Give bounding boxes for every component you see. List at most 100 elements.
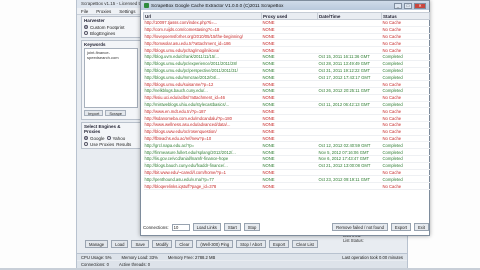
table-row[interactable]: http://ksiu.uci.edu/aclbs/?attachment_id… [143,94,430,102]
remove-failed-button[interactable]: Remove failed / not found [332,223,388,231]
table-row[interactable]: http://lovepoemsforher.org/2010/05/15/th… [143,33,430,41]
row-status: Completed [381,87,430,95]
stop-abort-button[interactable]: Stop / Abort [236,240,267,248]
row-datetime: Oct 26, 2012 20:25:11 GMT [317,87,382,95]
connections-select[interactable]: 10 [171,223,190,231]
row-status: No Cache [381,46,430,54]
row-datetime [317,121,382,129]
cache-extractor-dialog: ScrapeBox Google Cache Extractor V1.0.0.… [140,0,430,236]
menu-settings[interactable]: Settings [119,9,135,14]
save-button[interactable]: Save [131,240,150,248]
custom-footprint-label: Custom Footprint [90,24,125,30]
keywords-textarea[interactable]: joint-finance-speedsearch.com [84,48,138,108]
use-proxies-label: Use Proxies [90,141,115,147]
table-row[interactable]: http://com.ruijds.com/comestasing?c=18 NO… [143,26,430,34]
row-url: http://blogs.umu.edu/pc/experience/2011/… [143,60,262,68]
start-button[interactable]: Start [223,223,241,231]
column-proxy[interactable]: Proxy used [261,12,318,20]
table-row[interactable]: http://www.wellness.asu.edu/advanced/dat… [143,121,430,129]
stop-button[interactable]: Stop [243,223,261,231]
row-url: http://tomwolar.asu.edu.tr/?attachment_i… [143,39,262,48]
row-status: No Cache [381,94,430,102]
row-url: http://www.wellness.asu.edu/advanced/dat… [143,121,262,129]
table-row[interactable]: http://lis.gov.ce/vcd/anial/lnamfr-finan… [143,155,430,163]
maximize-icon[interactable]: □ [404,2,412,9]
column-url[interactable]: Url [143,12,262,20]
checkbox-icon [84,142,88,146]
minimize-icon[interactable]: _ [394,2,402,9]
close-icon[interactable]: ✕ [414,2,426,9]
table-row[interactable]: http://10097.tjasss.com/index.php?ti=...… [143,19,430,27]
table-row[interactable]: http://blogs.umu.edu/pc/tag/mogilnikova/… [143,46,430,54]
row-datetime: Nov 5, 2012 07:16:06 GMT [317,148,382,156]
table-row[interactable]: http://bit.www.edu/~caredi/l.com/home/?p… [143,169,430,177]
table-row[interactable]: http://penthound.asu.edu/v.rna/?p=77 NONE… [143,175,430,184]
blogengines-option[interactable]: BlogEngines [84,30,138,36]
row-datetime [317,182,382,190]
harvester-title: Harvester [84,18,105,23]
exit-button[interactable]: Exit [414,223,429,231]
table-row[interactable]: http://blogs.uww.edu/oc/rosenquestion/NO… [143,128,430,136]
table-row[interactable]: http://bloqerelinks.iqstuff?page_id=378 N… [143,182,430,190]
dialog-controls: Connections: 10 Load Links Start Stop Re… [143,222,429,232]
load-links-button[interactable]: Load Links [192,223,221,231]
radio-icon [84,25,88,29]
menu-file[interactable]: File [81,9,88,14]
row-url: http://www.en.mdt.edu.tn/?p=187 [143,107,262,116]
results-label: Results [116,141,132,147]
table-row[interactable]: http://blogs.umu.edu/pc/experience/2011/… [143,60,430,68]
table-row[interactable]: http://www.en.mdt.edu.tn/?p=187 NONE No Ca… [143,107,430,116]
table-row[interactable]: http://tomwolar.asu.edu.tr/?attachment_i… [143,39,430,48]
clear-list-button[interactable]: Clear List [292,240,318,248]
table-row[interactable]: http://finmeasure.fullert.edu/rsplang/20… [143,148,430,156]
row-datetime [317,19,382,27]
ping-button[interactable]: (Well-300) Ping [196,240,234,248]
row-url: http://blogs.umu.edu/mmcrae/2012/04/... [143,73,262,82]
main-bottom-buttons: Manage Load Save Modify Clear (Well-300)… [85,240,318,248]
modify-button[interactable]: Modify [152,240,173,248]
last-operation: Last operation took 0.00 minutes [342,255,403,260]
table-row[interactable]: http://fbteachs.edu.ac/ref/new?p=10 NONE N… [143,135,430,143]
clear-button[interactable]: Clear [175,240,194,248]
row-status: No Cache [381,128,430,136]
table-row[interactable]: http://blogs.umu.edu/mmcrae/2012/04/... N… [143,73,430,82]
row-url: http://penthound.asu.edu/v.rna/?p=77 [143,175,262,184]
engine-yahoo-label: Yahoo [112,135,126,141]
column-status[interactable]: Status [381,12,430,20]
table-row[interactable]: http://grcl.napa.edu.ac/?p= NONE Oct 12, 2… [143,141,430,150]
row-datetime: Oct 15, 2011 16:11:36 GMT [317,53,382,61]
row-datetime [317,33,382,41]
table-row[interactable]: http://lsdanomeba.com.edu/mdcandalu/?p=1… [143,114,430,122]
table-row[interactable]: http://nelkblogs.bauch.cuny.edu/... NONE O… [143,87,430,95]
keywords-title: Keywords [84,42,106,47]
row-proxy: NONE [261,53,318,61]
export-list-button[interactable]: Export [269,240,290,248]
export-button[interactable]: Export [390,223,412,231]
manage-button[interactable]: Manage [85,240,109,248]
row-url: http://lovepoemsforher.org/2010/05/15/th… [143,33,262,41]
row-url: http://blogs.umu.edu/pc/perspective/2011… [143,67,262,75]
import-button[interactable]: Import [84,110,104,116]
row-status: No Cache [381,182,430,190]
row-proxy: NONE [261,94,318,102]
table-row[interactable]: http://blogs.bauch.cuny.edu/fxaddr-finan… [143,162,430,170]
memory-load: Memory Load: 33% [121,255,158,260]
column-datetime[interactable]: Date/Time [317,12,382,20]
table-row[interactable]: http://blogs.umu.edu/pc/perspective/2011… [143,67,430,75]
blogengines-label: BlogEngines [90,30,116,36]
row-status: Completed [381,162,430,170]
dialog-titlebar: ScrapeBox Google Cache Extractor V1.0.0.… [141,1,429,10]
menu-proxies[interactable]: Proxies [96,9,111,14]
table-row[interactable]: http://blog.uvm.edu/cfrank/2011/11/15/..… [143,53,430,61]
checkbox-icon [106,136,111,140]
use-proxies-option[interactable]: Use Proxies Results [84,141,138,147]
load-button[interactable]: Load [111,240,129,248]
row-proxy: NONE [261,101,318,109]
table-row[interactable]: http://blogs.umu.edu/suisanne/?p=12 NONE N… [143,80,430,88]
table-row[interactable]: http://mistweblogs.uhiu.edu/stylecastbas… [143,101,430,109]
row-proxy: NONE [261,155,318,163]
engines-title: Select Engines & Proxies [84,124,121,134]
row-status: Completed [381,73,430,82]
row-datetime [317,114,382,122]
scrape-button[interactable]: Scrape [105,110,127,116]
